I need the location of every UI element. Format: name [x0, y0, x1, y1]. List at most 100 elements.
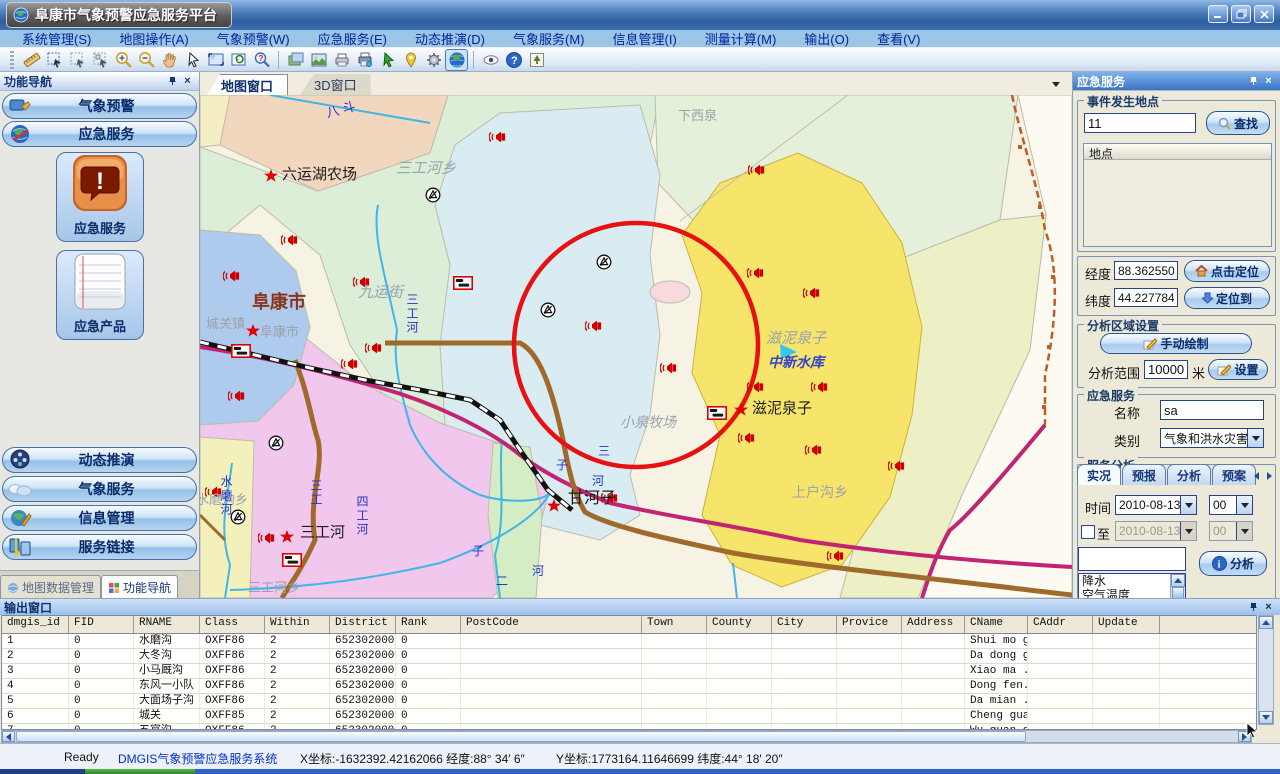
menu-item-1[interactable]: 系统管理(S): [8, 29, 105, 48]
dropdown-arrow-icon[interactable]: [1236, 522, 1252, 540]
table-row[interactable]: 50大面场子沟OXFF8626523020000Da mian ...: [2, 694, 1256, 709]
nav-dynamic-deduction[interactable]: 动态推演: [2, 447, 197, 473]
location-list[interactable]: 地点: [1083, 143, 1272, 247]
minimize-button[interactable]: [1208, 5, 1228, 23]
dropdown-arrow-icon[interactable]: [1180, 522, 1196, 540]
layers-button[interactable]: [284, 49, 307, 71]
click-locate-button[interactable]: 点击定位: [1184, 260, 1270, 282]
dropdown-arrow-icon[interactable]: [1236, 496, 1252, 514]
tab-scroll-left[interactable]: [1251, 469, 1261, 483]
table-row[interactable]: 40东风一小队OXFF8626523020000Dong fen...: [2, 679, 1256, 694]
analysis-tab-2[interactable]: 预报: [1122, 464, 1166, 485]
restore-button[interactable]: [1231, 5, 1251, 23]
element-list-scrollbar[interactable]: [1170, 574, 1185, 598]
settings-gear-button[interactable]: [422, 49, 445, 71]
zoom-in-button[interactable]: [112, 49, 135, 71]
mine-symbol-icon[interactable]: [426, 188, 440, 202]
tab-map-data-management[interactable]: 地图数据管理: [0, 575, 101, 599]
globe-3d-button[interactable]: [445, 49, 468, 71]
pin-icon[interactable]: [165, 74, 180, 88]
grid-column-header[interactable]: CAddr: [1028, 616, 1093, 633]
grid-column-header[interactable]: Class: [200, 616, 265, 633]
nav-emergency-service[interactable]: 应急服务: [2, 121, 197, 147]
mine-symbol-icon[interactable]: [541, 303, 555, 317]
analysis-tab-4[interactable]: 预案: [1212, 464, 1256, 485]
grid-column-header[interactable]: RNAME: [134, 616, 200, 633]
close-icon[interactable]: ×: [180, 74, 195, 88]
close-icon[interactable]: ×: [1261, 600, 1276, 614]
grid-column-header[interactable]: Address: [902, 616, 965, 633]
legend-tree-button[interactable]: [525, 49, 548, 71]
close-button[interactable]: [1254, 5, 1274, 23]
print-preview-button[interactable]: [353, 49, 376, 71]
map-tab-list-button[interactable]: [1048, 78, 1064, 91]
menu-item-2[interactable]: 地图操作(A): [105, 29, 202, 48]
nav-info-management[interactable]: 信息管理: [2, 505, 197, 531]
full-extent-button[interactable]: [204, 49, 227, 71]
result-grid[interactable]: dmgis_idFIDRNAMEClassWithinDistrictRankP…: [1, 615, 1257, 730]
grid-vertical-scrollbar[interactable]: [1258, 615, 1274, 725]
grid-column-header[interactable]: FID: [69, 616, 134, 633]
station-flag-icon[interactable]: [708, 407, 726, 419]
grid-column-header[interactable]: Within: [265, 616, 330, 633]
tab-map-window[interactable]: 地图窗口: [206, 74, 288, 97]
set-button[interactable]: 设置: [1208, 359, 1268, 380]
pointer-button[interactable]: [181, 49, 204, 71]
grid-column-header[interactable]: dmgis_id: [2, 616, 69, 633]
close-icon[interactable]: ×: [1261, 74, 1276, 88]
menu-item-7[interactable]: 信息管理(I): [599, 29, 691, 48]
manual-draw-button[interactable]: 手动绘制: [1100, 333, 1252, 354]
nav-weather-warning[interactable]: 气象预警: [2, 93, 197, 119]
grid-column-header[interactable]: District: [330, 616, 396, 633]
grid-column-header[interactable]: County: [707, 616, 772, 633]
map-canvas[interactable]: [200, 95, 1072, 598]
range-input[interactable]: [1144, 360, 1188, 379]
grid-column-header[interactable]: Town: [642, 616, 707, 633]
date-to-select[interactable]: 2010-08-13: [1115, 521, 1197, 541]
big-button-emergency-service[interactable]: ! 应急服务: [56, 152, 144, 242]
hour-from-select[interactable]: 00: [1209, 495, 1253, 515]
table-row[interactable]: 10水磨沟OXFF8626523020000Shui mo gou: [2, 634, 1256, 649]
export-image-button[interactable]: [307, 49, 330, 71]
menu-item-8[interactable]: 测量计算(M): [691, 29, 791, 48]
goto-location-button[interactable]: 定位到: [1184, 287, 1270, 309]
element-list[interactable]: 降水空气温度: [1078, 573, 1186, 598]
grid-column-header[interactable]: City: [772, 616, 837, 633]
grid-column-header[interactable]: CName: [965, 616, 1028, 633]
go-arrow-button[interactable]: [376, 49, 399, 71]
big-button-emergency-product[interactable]: 应急产品: [56, 250, 144, 340]
grid-column-header[interactable]: PostCode: [461, 616, 642, 633]
menu-item-10[interactable]: 查看(V): [863, 29, 934, 48]
help-button[interactable]: ?: [502, 49, 525, 71]
scrollbar-thumb[interactable]: [16, 731, 1026, 742]
menu-item-4[interactable]: 应急服务(E): [304, 29, 401, 48]
grid-column-header[interactable]: Provice: [837, 616, 902, 633]
pin-icon[interactable]: [1246, 600, 1261, 614]
menu-item-9[interactable]: 输出(O): [790, 29, 863, 48]
analyze-button[interactable]: i 分析: [1199, 551, 1267, 576]
menu-item-6[interactable]: 气象服务(M): [499, 29, 599, 48]
refresh-button[interactable]: [227, 49, 250, 71]
analysis-tab-1[interactable]: 实况: [1077, 464, 1121, 485]
pin-icon[interactable]: [1246, 74, 1261, 88]
menu-item-3[interactable]: 气象预警(W): [203, 29, 304, 48]
select-box-button[interactable]: [43, 49, 66, 71]
placemark-button[interactable]: [399, 49, 422, 71]
date-from-select[interactable]: 2010-08-13: [1115, 495, 1197, 515]
analysis-tab-3[interactable]: 分析: [1167, 464, 1211, 485]
location-input[interactable]: [1084, 113, 1196, 133]
table-row[interactable]: 60城关OXFF8526523020000Cheng guan: [2, 709, 1256, 724]
nav-weather-service[interactable]: 气象服务: [2, 476, 197, 502]
tab-3d-window[interactable]: 3D窗口: [300, 74, 371, 95]
station-flag-icon[interactable]: [454, 277, 472, 289]
find-button[interactable]: 查找: [1206, 111, 1270, 135]
grid-column-header[interactable]: Rank: [396, 616, 461, 633]
select-box-3-button[interactable]: [89, 49, 112, 71]
print-button[interactable]: [330, 49, 353, 71]
element-value-box[interactable]: [1078, 547, 1186, 571]
mine-symbol-icon[interactable]: [597, 255, 611, 269]
eye-button[interactable]: [479, 49, 502, 71]
table-row[interactable]: 20大冬沟OXFF8626523020000Da dong gou: [2, 649, 1256, 664]
dropdown-arrow-icon[interactable]: [1247, 429, 1263, 447]
tab-scroll-right[interactable]: [1264, 469, 1274, 483]
